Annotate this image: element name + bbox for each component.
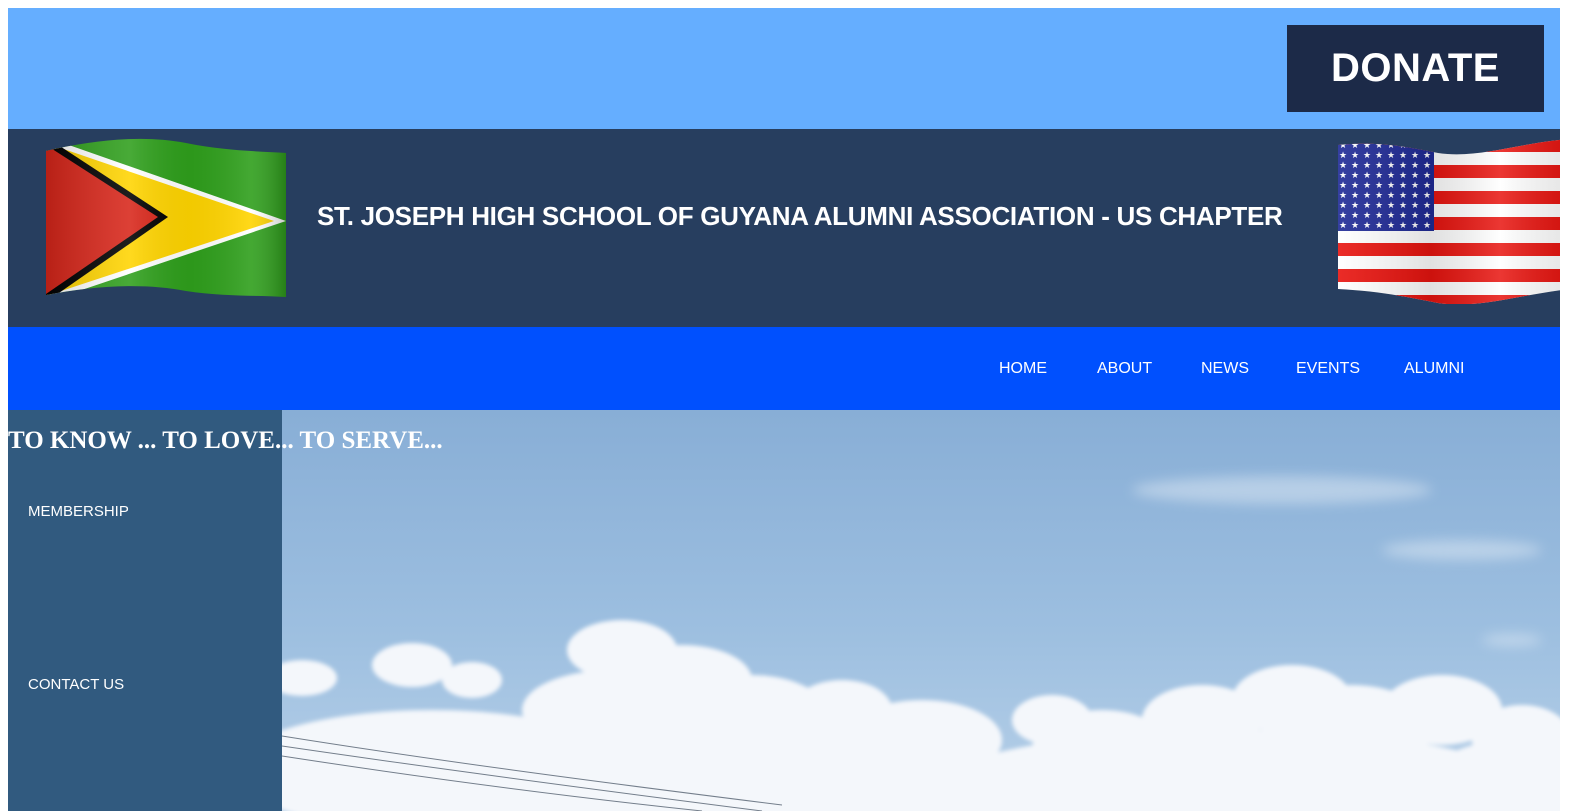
site-header: ST. JOSEPH HIGH SCHOOL OF GUYANA ALUMNI … [8,129,1560,327]
hero-section: MEMBERSHIP CONTACT US TO KNOW ... TO LOV… [8,410,1560,811]
motto-heading: TO KNOW ... TO LOVE... TO SERVE... [8,427,443,454]
site-title: ST. JOSEPH HIGH SCHOOL OF GUYANA ALUMNI … [317,201,1283,231]
nav-news[interactable]: NEWS [1201,327,1249,410]
sidebar-item-contact-us[interactable]: CONTACT US [28,676,124,693]
main-nav: HOME ABOUT NEWS EVENTS ALUMNI [8,327,1560,410]
sidebar-item-membership[interactable]: MEMBERSHIP [28,503,129,520]
top-bar: DONATE [8,8,1560,129]
nav-about[interactable]: ABOUT [1097,327,1152,410]
donate-button[interactable]: DONATE [1287,25,1544,112]
nav-alumni[interactable]: ALUMNI [1404,327,1464,410]
sidebar: MEMBERSHIP CONTACT US [8,410,282,811]
usa-flag-icon: ★ [1338,139,1560,304]
nav-home[interactable]: HOME [999,327,1047,410]
hero-sky-image [282,410,1560,811]
nav-events[interactable]: EVENTS [1296,327,1360,410]
guyana-flag-icon [46,138,286,298]
page: DONATE ST. JOSEPH HIGH SCHOOL OF GUYANA … [8,8,1560,811]
